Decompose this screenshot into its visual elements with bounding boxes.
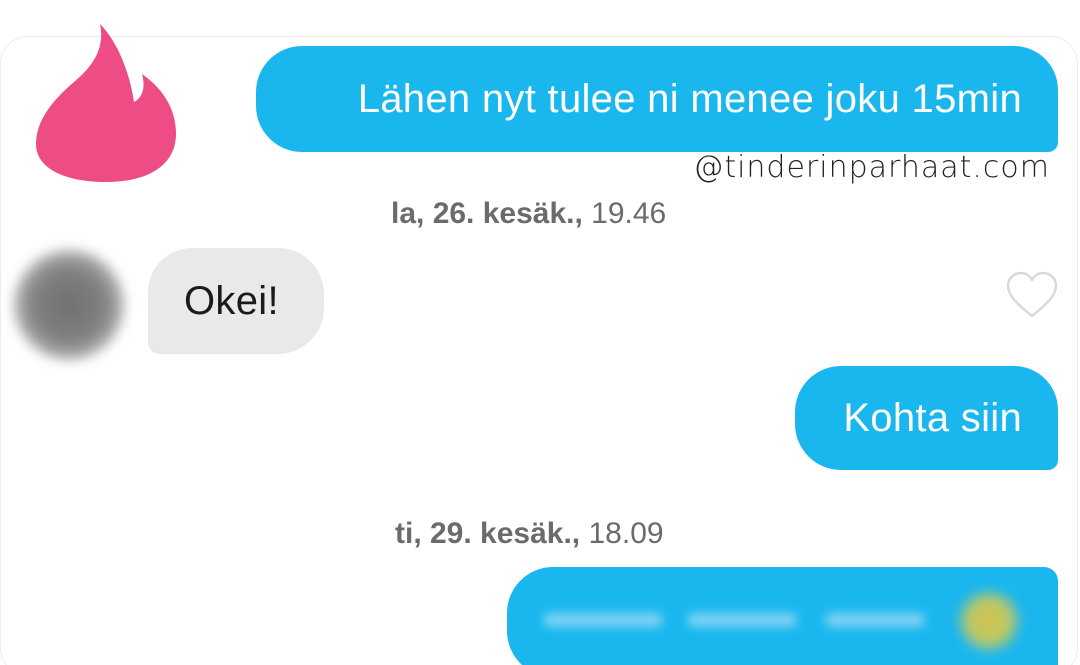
blurred-text <box>543 613 663 627</box>
tinder-flame-icon <box>36 24 176 182</box>
timestamp-time: 19.46 <box>591 197 667 230</box>
timestamp: ti, 29. kesäk., 18.09 <box>395 517 664 551</box>
message-bubble-received[interactable]: Okei! <box>148 248 324 354</box>
timestamp-day: ti, 29. kesäk., <box>395 517 581 550</box>
message-text: Lähen nyt tulee ni menee joku 15min <box>357 76 1022 121</box>
blurred-text <box>687 613 797 627</box>
blurred-emoji-icon <box>960 592 1018 650</box>
message-bubble-sent[interactable]: Kohta siin <box>795 366 1058 470</box>
message-bubble-sent[interactable]: Lähen nyt tulee ni menee joku 15min <box>256 46 1058 152</box>
heart-outline-icon[interactable] <box>1004 270 1060 320</box>
blurred-text <box>825 613 925 627</box>
timestamp-time: 18.09 <box>588 517 664 550</box>
message-text: Kohta siin <box>843 395 1022 440</box>
chat-screen: Lähen nyt tulee ni menee joku 15min @tin… <box>0 0 1080 665</box>
watermark-text: @tinderinparhaat.com <box>693 150 1050 185</box>
blurred-avatar[interactable] <box>14 250 124 360</box>
timestamp: la, 26. kesäk., 19.46 <box>391 197 666 231</box>
message-text: Okei! <box>184 278 279 323</box>
timestamp-day: la, 26. kesäk., <box>391 197 583 230</box>
